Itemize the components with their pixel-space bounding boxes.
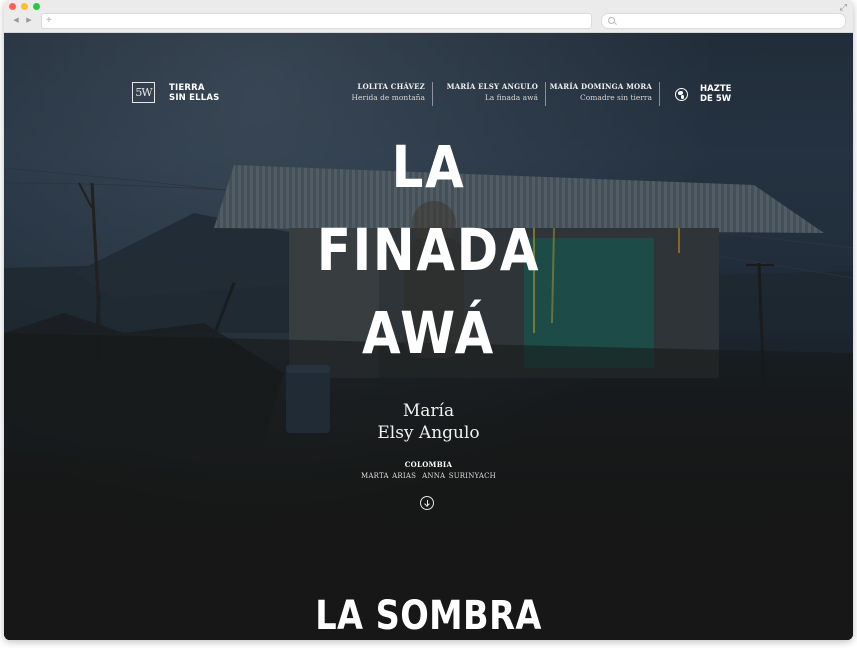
nav-item-lolita-chavez[interactable]: LOLITA CHÁVEZ Herida de montaña (351, 82, 433, 106)
nav-item-subtitle: Herida de montaña (351, 93, 426, 102)
credit-photographer: ANNA SURINYACH (422, 472, 496, 480)
join-5w-link[interactable]: HAZTE DE 5W (675, 82, 740, 106)
nav-item-name: LOLITA CHÁVEZ (357, 82, 425, 91)
plus-icon[interactable]: + (46, 14, 52, 28)
join-label: HAZTE DE 5W (700, 84, 740, 104)
story-country: COLOMBIA (404, 460, 453, 469)
minimize-window-button[interactable] (21, 3, 28, 10)
nav-item-maria-dominga-mora[interactable]: MARÍA DOMINGA MORA Comadre sin tierra (550, 82, 660, 106)
story-protagonist: María Elsy Angulo (4, 400, 853, 444)
nav-item-maria-elsy-angulo[interactable]: MARÍA ELSY ANGULO La finada awá (447, 82, 546, 106)
nav-item-subtitle: Comadre sin tierra (579, 93, 652, 102)
credit-author: MARTA ARIAS (361, 472, 417, 480)
story-title-line-3: AWÁ (362, 299, 495, 367)
join-label-line-2: DE 5W (700, 94, 732, 104)
section-title: LA SOMBRA (315, 593, 542, 639)
search-icon (608, 17, 615, 24)
browser-toolbar: ⤢ ◀ ▶ + (4, 0, 853, 33)
protagonist-line-2: Elsy Angulo (377, 423, 480, 443)
story-title-line-1: LA (391, 133, 466, 201)
page-viewport: 5W TIERRA SIN ELLAS LOLITA CHÁVEZ Herida… (4, 33, 853, 640)
story-credits: MARTA ARIAS ANNA SURINYACH (4, 472, 853, 480)
browser-window: ⤢ ◀ ▶ + 5W TIERRA SIN ELLAS LOLITA CHÁVE… (4, 0, 853, 640)
fullscreen-icon[interactable]: ⤢ (840, 3, 847, 13)
globe-icon (675, 87, 688, 101)
story-title: LA FINADA AWÁ (63, 126, 793, 375)
stories-nav: LOLITA CHÁVEZ Herida de montaña MARÍA EL… (4, 82, 853, 106)
address-bar[interactable]: + (41, 13, 592, 29)
maximize-window-button[interactable] (33, 3, 40, 10)
forward-arrow-icon[interactable]: ▶ (23, 14, 35, 26)
join-label-line-1: HAZTE (700, 84, 732, 94)
nav-item-name: MARÍA DOMINGA MORA (549, 82, 652, 91)
close-window-button[interactable] (9, 3, 16, 10)
nav-item-subtitle: La finada awá (484, 93, 538, 102)
story-title-line-2: FINADA (316, 216, 541, 284)
browser-search-input[interactable] (601, 13, 846, 29)
arrow-down-circle-icon[interactable] (420, 496, 434, 510)
protagonist-line-1: María (402, 401, 455, 421)
nav-item-name: MARÍA ELSY ANGULO (446, 82, 538, 91)
back-arrow-icon[interactable]: ◀ (10, 14, 22, 26)
